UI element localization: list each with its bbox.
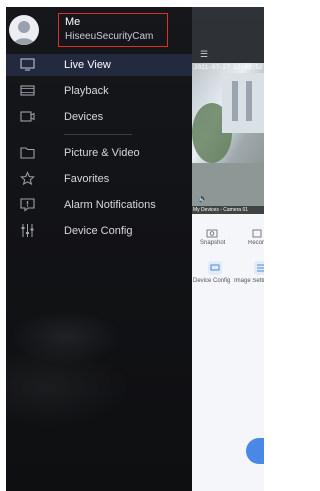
snapshot-label: Snapshot [200,240,226,246]
menu-item-label: Device Config [64,225,133,237]
menu-item-favorites[interactable]: Favorites [6,168,192,190]
camera-feed[interactable] [192,63,264,214]
menu-item-picture-video[interactable]: Picture & Video [6,142,192,164]
sliders-icon [20,223,35,238]
feed-timestamp: 2021-07-27 12:48:52 [194,64,263,71]
camera-icon [20,109,35,124]
device-config-label: Device Config [193,278,231,284]
speaker-icon[interactable]: 🔈 [198,194,208,203]
feed-window [232,81,238,121]
hamburger-icon[interactable]: ☰ [200,49,208,60]
alarm-message-icon [20,197,35,212]
profile-account[interactable]: HiseeuSecurityCam [65,31,153,42]
menu-item-playback[interactable]: Playback [6,80,192,102]
app-frame: Me HiseeuSecurityCam Live View Playback … [6,7,264,491]
menu-item-label: Devices [64,111,104,123]
menu-item-label: Playback [64,85,109,97]
side-drawer: Me HiseeuSecurityCam Live View Playback … [6,7,192,491]
feed-building [222,73,264,133]
menu-item-devices[interactable]: Devices [6,106,192,128]
menu-item-live-view[interactable]: Live View [6,54,192,76]
camera-label: My Devices - Camera 01 [193,207,249,213]
monitor-icon [20,57,35,72]
floating-action-button[interactable] [246,438,264,464]
menu-item-label: Favorites [64,173,110,185]
menu-item-alarm-notifications[interactable]: Alarm Notifications [6,194,192,216]
profile-name[interactable]: Me [65,16,80,28]
avatar[interactable] [9,15,39,45]
menu-item-label: Alarm Notifications [64,199,156,211]
folder-icon [20,145,35,160]
menu-divider [64,134,132,135]
menu-item-label: Live View [64,59,111,71]
live-view-panel: ☰ 2021-07-27 12:48:52 🔈 My Devices - Cam… [192,7,264,491]
record-label: Record [248,240,264,246]
feed-window [246,81,252,121]
star-icon [20,171,35,186]
image-settings-label: Image Settings [234,278,264,284]
menu-item-label: Picture & Video [64,147,140,159]
film-icon [20,83,35,98]
menu-item-device-config[interactable]: Device Config [6,220,192,242]
